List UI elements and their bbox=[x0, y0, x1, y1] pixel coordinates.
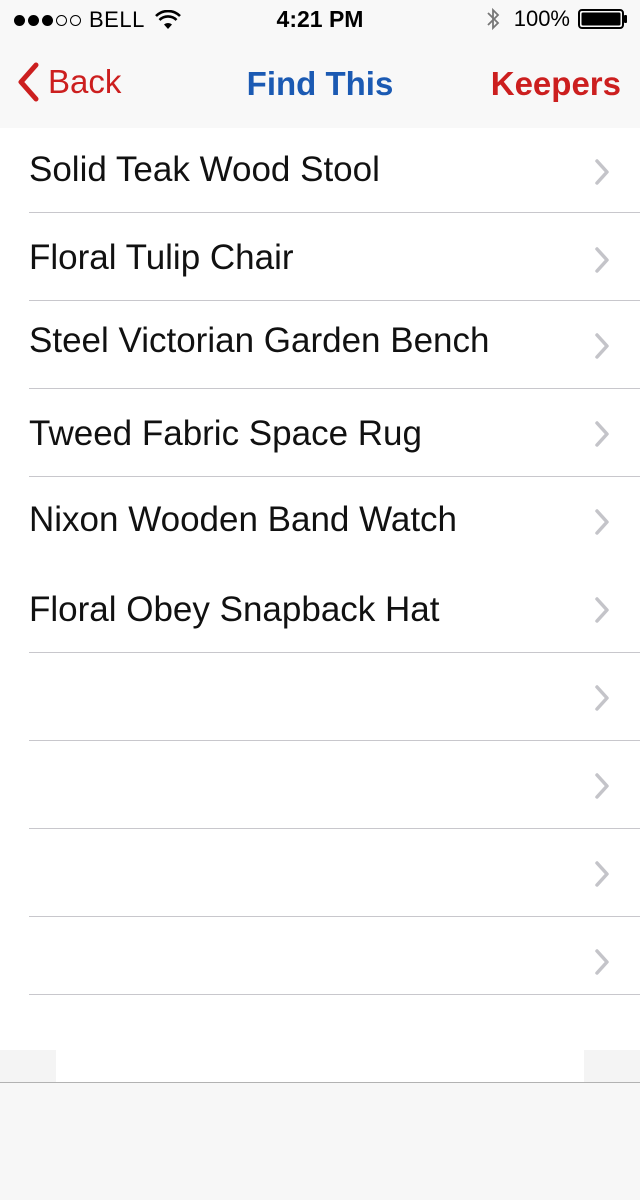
chevron-right-icon bbox=[595, 421, 609, 447]
list-separator bbox=[29, 300, 640, 301]
list-separator bbox=[29, 828, 640, 829]
list-item[interactable] bbox=[0, 828, 640, 916]
list-separator bbox=[29, 740, 640, 741]
list-item-label: Solid Teak Wood Stool bbox=[29, 150, 380, 189]
list-item-label: Floral Obey Snapback Hat bbox=[29, 590, 440, 629]
bottom-right-block bbox=[584, 1050, 640, 1082]
chevron-right-icon bbox=[595, 685, 609, 711]
list-item[interactable]: Nixon Wooden Band Watch bbox=[0, 476, 640, 564]
list-item-label: Tweed Fabric Space Rug bbox=[29, 414, 422, 453]
bottom-toolbar bbox=[0, 1082, 640, 1200]
list-separator bbox=[29, 652, 640, 653]
chevron-right-icon bbox=[595, 509, 609, 535]
battery-percentage: 100% bbox=[513, 6, 570, 31]
list-item[interactable] bbox=[0, 652, 640, 740]
list-separator bbox=[29, 994, 640, 995]
list-item[interactable]: Floral Tulip Chair bbox=[0, 212, 640, 300]
list-separator bbox=[29, 916, 640, 917]
keepers-button[interactable]: Keepers bbox=[491, 65, 621, 103]
list-item[interactable] bbox=[0, 916, 640, 994]
status-bar: BELL 4:21 PM 100% bbox=[0, 0, 640, 40]
bottom-left-block bbox=[0, 1050, 56, 1082]
chevron-right-icon bbox=[595, 333, 609, 359]
list-item[interactable] bbox=[0, 740, 640, 828]
chevron-right-icon bbox=[595, 949, 609, 975]
chevron-right-icon bbox=[595, 773, 609, 799]
battery-icon bbox=[578, 9, 627, 29]
list-separator bbox=[29, 212, 640, 213]
chevron-right-icon bbox=[595, 597, 609, 623]
bluetooth-icon bbox=[487, 7, 499, 31]
list-separator bbox=[29, 476, 640, 477]
chevron-right-icon bbox=[595, 861, 609, 887]
list-item[interactable]: Floral Obey Snapback Hat bbox=[0, 564, 640, 652]
list-item[interactable]: Solid Teak Wood Stool bbox=[0, 128, 640, 212]
list-item-label: Floral Tulip Chair bbox=[29, 238, 294, 277]
list-item[interactable]: Steel Victorian Garden Bench bbox=[0, 300, 640, 388]
list-separator bbox=[29, 388, 640, 389]
list-item[interactable]: Tweed Fabric Space Rug bbox=[0, 388, 640, 476]
status-right: 100% bbox=[486, 6, 628, 32]
list-item-label: Steel Victorian Garden Bench bbox=[29, 321, 490, 360]
chevron-right-icon bbox=[595, 159, 609, 185]
list-item-label: Nixon Wooden Band Watch bbox=[29, 500, 458, 539]
navigation-bar: Back Find This Keepers bbox=[0, 40, 640, 128]
chevron-right-icon bbox=[595, 247, 609, 273]
